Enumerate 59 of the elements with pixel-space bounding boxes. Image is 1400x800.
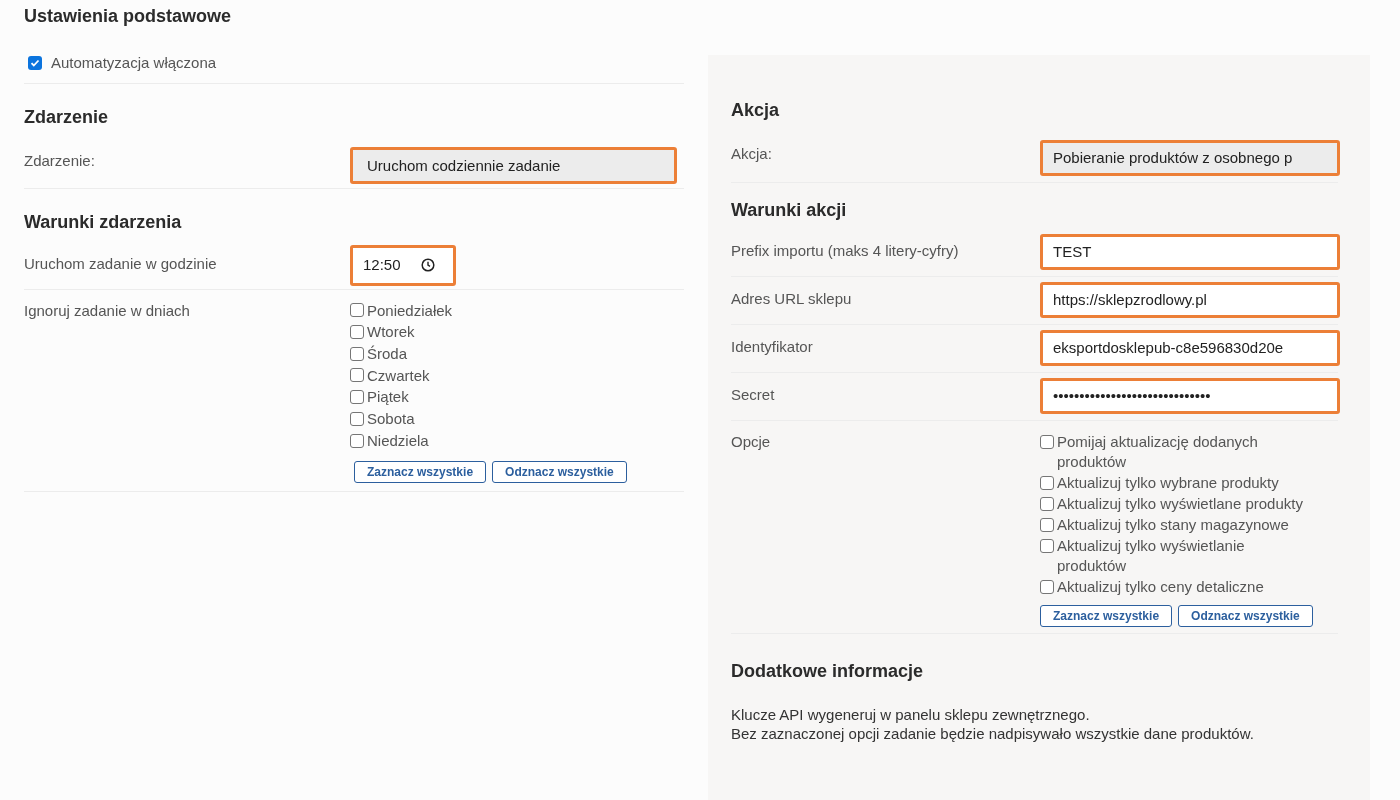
field-label: Uruchom zadanie w godzinie <box>24 253 218 274</box>
checkbox-label: Poniedziałek <box>367 300 453 321</box>
checkbox-label: Aktualizuj tylko wyświetlane produkty <box>1057 494 1304 514</box>
checkbox-label: Pomijaj aktualizację dodanych produktów <box>1057 432 1259 472</box>
checkbox[interactable] <box>1040 497 1054 511</box>
checkbox[interactable] <box>350 433 364 448</box>
checkbox[interactable] <box>350 411 364 426</box>
checkbox-label: Środa <box>367 343 408 364</box>
checkbox[interactable] <box>350 303 364 318</box>
checkbox[interactable] <box>1040 580 1054 594</box>
time-field[interactable]: 12:50 <box>350 244 456 286</box>
checkbox[interactable] <box>350 390 364 405</box>
info-text: Klucze API wygeneruj w panelu sklepu zewnętrznego. <box>731 705 1091 724</box>
section-heading: Warunki zdarzenia <box>24 210 183 234</box>
field-label: Ignoruj zadanie w dniach <box>24 300 191 321</box>
button[interactable]: Zaznacz wszystkie <box>354 461 487 484</box>
field-label: Prefix importu (maks 4 litery-cyfry) <box>731 241 960 261</box>
button[interactable]: Odznacz wszystkie <box>1178 605 1313 627</box>
button[interactable]: Zaznacz wszystkie <box>1040 605 1173 627</box>
field-label: Identyfikator <box>731 337 814 357</box>
checkbox[interactable] <box>1040 476 1054 490</box>
checkbox-label: Czwartek <box>367 365 430 386</box>
checkbox-label: Automatyzacja włączona <box>51 53 217 73</box>
field-label: Zdarzenie: <box>24 150 96 171</box>
text-field[interactable]: https://sklepzrodlowy.pl <box>1040 282 1340 318</box>
checkbox[interactable] <box>350 346 364 361</box>
field-label: Opcje <box>731 432 772 452</box>
button[interactable]: Odznacz wszystkie <box>492 461 627 484</box>
checkbox-label: Aktualizuj tylko stany magazynowe <box>1057 515 1290 535</box>
time-value: 12:50 <box>363 254 401 275</box>
checkbox[interactable] <box>1040 435 1054 449</box>
field-label: Adres URL sklepu <box>731 289 853 309</box>
clock-icon[interactable] <box>420 258 435 272</box>
field-label: Secret <box>731 385 776 405</box>
section-heading: Zdarzenie <box>24 105 110 129</box>
checkbox-label: Niedziela <box>367 430 429 451</box>
checkbox-label: Aktualizuj tylko wyświetlanie produktów <box>1057 536 1246 576</box>
text-field[interactable]: eksportdosklepub-c8e596830d20e <box>1040 330 1340 366</box>
checkbox[interactable] <box>28 56 42 71</box>
section-heading: Dodatkowe informacje <box>731 660 925 683</box>
checkbox[interactable] <box>350 325 364 340</box>
field-label: Akcja: <box>731 144 773 164</box>
info-text: Bez zaznaczonej opcji zadanie będzie nadpisywało wszystkie dane produktów. <box>731 724 1255 743</box>
checkbox-label: Piątek <box>367 387 409 408</box>
checkbox-label: Wtorek <box>367 322 415 343</box>
section-heading: Akcja <box>731 99 781 122</box>
checkbox-label: Aktualizuj tylko ceny detaliczne <box>1057 577 1265 597</box>
check-icon <box>30 58 40 69</box>
section-heading: Warunki akcji <box>731 199 848 222</box>
checkbox-label: Sobota <box>367 409 415 429</box>
text-field[interactable]: TEST <box>1040 234 1340 270</box>
checkbox[interactable] <box>1040 539 1054 553</box>
section-heading: Ustawienia podstawowe <box>24 5 233 28</box>
text-field[interactable]: Uruchom codziennie zadanie <box>350 146 677 184</box>
checkbox-label: Aktualizuj tylko wybrane produkty <box>1057 473 1280 493</box>
text-field[interactable]: Pobieranie produktów z osobnego p <box>1040 140 1340 176</box>
checkbox[interactable] <box>1040 518 1054 532</box>
checkbox[interactable] <box>350 368 364 383</box>
text-field[interactable]: •••••••••••••••••••••••••••••• <box>1040 378 1340 414</box>
